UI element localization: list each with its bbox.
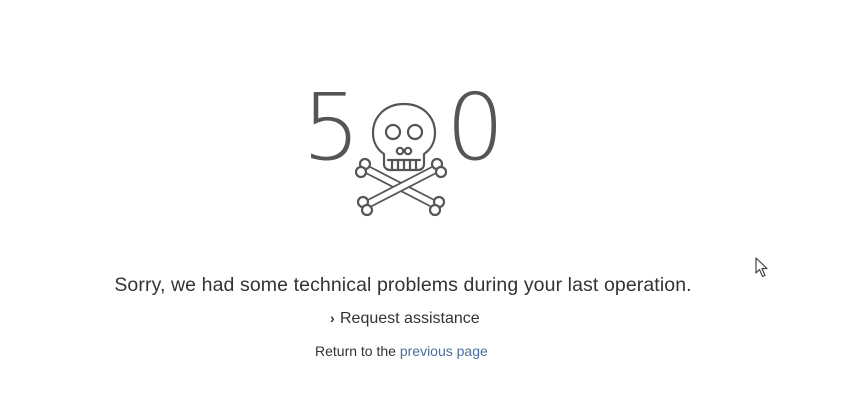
return-line: Return to the previous page — [315, 343, 488, 359]
error-message: Sorry, we had some technical problems du… — [114, 274, 692, 296]
request-assistance-label: Request assistance — [340, 310, 480, 327]
previous-page-link[interactable]: previous page — [400, 343, 488, 359]
chevron-right-icon: › — [330, 310, 335, 326]
error-500-graphic: 5 0 — [300, 82, 510, 228]
error-code-digit-zero: 0 — [446, 74, 505, 181]
skull-and-crossbones-icon — [354, 102, 448, 217]
skull-shape — [371, 102, 437, 172]
request-assistance-link[interactable]: › Request assistance — [330, 310, 480, 328]
error-code-digit-five: 5 — [302, 74, 361, 181]
error-page: 5 0 Sorry, we had some technical problem… — [0, 0, 865, 418]
return-prefix: Return to the — [315, 343, 400, 359]
mouse-cursor-icon — [755, 257, 768, 278]
